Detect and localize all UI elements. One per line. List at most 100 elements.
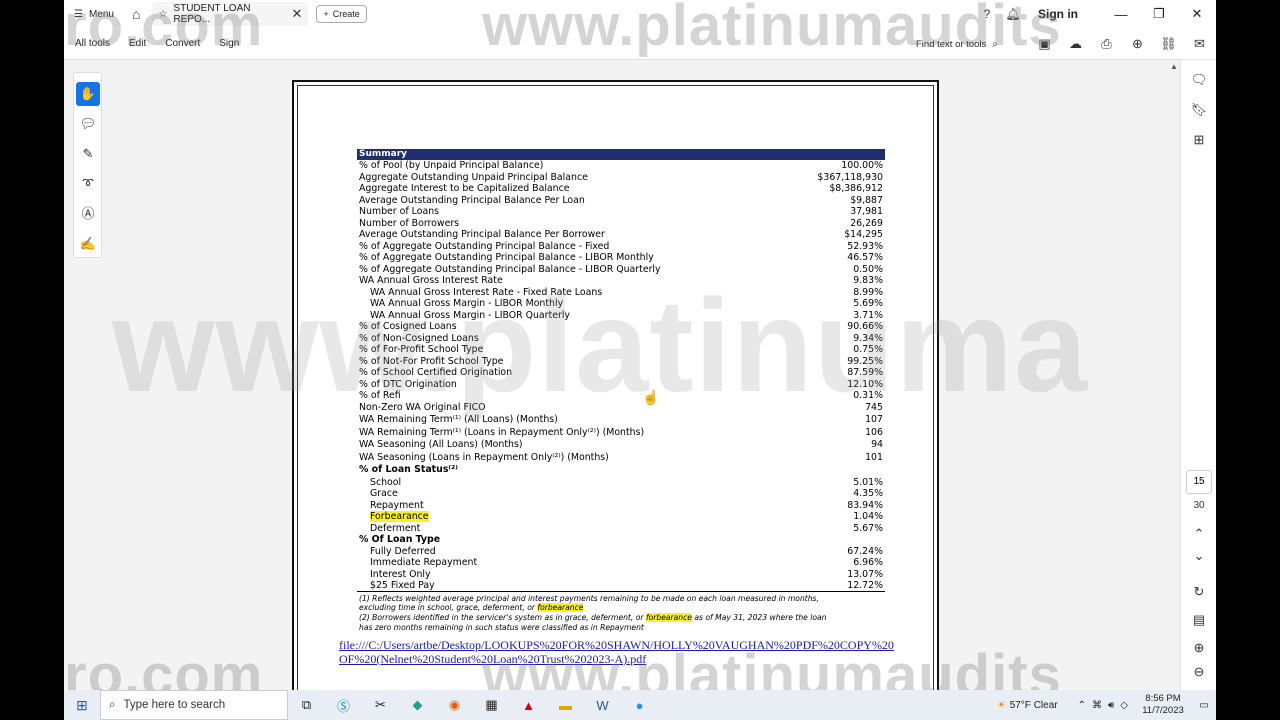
comments-icon[interactable]: 🗨︎	[1187, 72, 1211, 88]
footnote-2b-text: as of May 31, 2023 where the loan	[691, 613, 827, 623]
summary-row-value: $9,887	[850, 194, 883, 206]
network-icon[interactable]: ⌘	[1092, 700, 1102, 711]
notification-bell-icon[interactable]: 🔔︎	[1000, 7, 1026, 21]
toolbar-edit[interactable]: Edit	[129, 38, 146, 49]
restore-icon[interactable]: ❐	[1140, 6, 1178, 22]
tab-document[interactable]: ☆ STUDENT LOAN REPO... ✕	[152, 2, 309, 26]
highlight-pen-icon[interactable]: ✎	[76, 142, 100, 166]
windows-start-icon[interactable]: ⊞	[64, 697, 100, 714]
firefox-icon[interactable]: ◉	[436, 697, 473, 713]
zoom-icon[interactable]: ●	[621, 698, 658, 713]
summary-row: WA Remaining Term⁽¹⁾ (Loans in Repayment…	[357, 427, 885, 440]
summary-row-label: Interest Only	[370, 568, 431, 580]
share-icon[interactable]: ⊕	[1122, 36, 1153, 52]
scrollbar[interactable]: ▲	[1168, 60, 1180, 690]
file-explorer-icon[interactable]: ▬	[547, 698, 584, 713]
previous-page-icon[interactable]: ⌃	[1187, 526, 1211, 542]
summary-row-label: % of For-Profit School Type	[359, 344, 484, 355]
summary-row-label: Average Outstanding Principal Balance Pe…	[359, 229, 605, 240]
summary-row-value: 106	[865, 426, 883, 438]
link-icon[interactable]: ⛓	[1153, 36, 1184, 52]
tab-title: STUDENT LOAN REPO...	[173, 3, 251, 25]
app-icon[interactable]: ◆	[399, 697, 436, 713]
word-icon[interactable]: W	[584, 698, 621, 713]
close-tab-icon[interactable]: ✕	[292, 6, 303, 22]
acrobat-window: ☰ Menu ⌂ ☆ STUDENT LOAN REPO... ✕ + Crea…	[64, 0, 1216, 690]
toolbar-sign[interactable]: Sign	[219, 38, 239, 49]
summary-row-value: 67.24%	[847, 545, 883, 557]
scroll-up-icon[interactable]: ▲	[1170, 62, 1178, 71]
bookmarks-icon[interactable]: 🔖︎	[1187, 102, 1211, 118]
task-view-icon[interactable]: ⧉	[288, 697, 325, 713]
summary-row-value: 12.10%	[847, 378, 883, 390]
snipping-tool-icon[interactable]: ✂	[362, 697, 399, 713]
pdf-page: Summary % of Pool (by Unpaid Principal B…	[292, 80, 939, 690]
notifications-icon[interactable]: ▭	[1192, 700, 1216, 711]
summary-row-value: 0.75%	[853, 344, 883, 355]
summary-row-label: Non-Zero WA Original FICO	[359, 401, 486, 413]
summary-row: % of For-Profit School Type 0.75%	[357, 344, 885, 356]
search-icon: ⌕	[109, 698, 116, 711]
hand-tool-icon[interactable]: ✋	[76, 82, 100, 106]
rotate-icon[interactable]: ↻	[1187, 584, 1211, 600]
text-select-icon[interactable]: Ⓐ	[76, 202, 100, 226]
add-comment-icon[interactable]: 💬︎	[76, 112, 100, 136]
find-label: Find text or tools	[916, 38, 987, 50]
summary-row-label: Immediate Repayment	[370, 557, 478, 568]
help-icon[interactable]: ?	[974, 7, 1000, 21]
summary-row-value: 90.66%	[847, 321, 883, 332]
skype-icon[interactable]: Ⓢ	[325, 696, 362, 715]
summary-row: Forbearance 1.04%	[357, 511, 885, 523]
save-icon[interactable]: ▣	[1029, 36, 1060, 52]
summary-row-label: % of Not-For Profit School Type	[359, 355, 504, 367]
taskbar-search[interactable]: ⌕ Type here to search	[100, 690, 288, 720]
clock[interactable]: 8:56 PM 11/7/2023	[1134, 693, 1192, 717]
summary-table: Summary % of Pool (by Unpaid Principal B…	[357, 149, 885, 633]
print-icon[interactable]: ⎙	[1091, 36, 1122, 52]
email-icon[interactable]: ✉	[1184, 36, 1215, 52]
summary-row-value: 52.93%	[847, 240, 883, 252]
summary-row-value: 9.34%	[853, 332, 883, 344]
toolbar-all-tools[interactable]: All tools	[75, 38, 110, 49]
thumbnails-icon[interactable]: ⊞	[1187, 132, 1211, 148]
summary-row: % of School Certified Origination 87.59%	[357, 367, 885, 379]
summary-row-value: 37,981	[850, 206, 883, 217]
calculator-icon[interactable]: ▦	[473, 697, 510, 713]
minimize-icon[interactable]: —	[1102, 7, 1140, 22]
summary-row: % of Loan Status⁽²⁾	[357, 464, 885, 477]
title-bar: ☰ Menu ⌂ ☆ STUDENT LOAN REPO... ✕ + Crea…	[64, 0, 1216, 28]
summary-row: % of Non-Cosigned Loans 9.34%	[357, 333, 885, 345]
cloud-upload-icon[interactable]: ☁	[1060, 36, 1091, 52]
tray-chevron-icon[interactable]: ⌃	[1078, 700, 1086, 711]
create-button[interactable]: + Create	[316, 5, 367, 23]
fill-sign-icon[interactable]: ✍	[76, 232, 100, 256]
summary-row-value: 4.35%	[853, 488, 883, 499]
summary-row-label: Deferment	[370, 522, 421, 534]
summary-row-value: 1.04%	[853, 511, 883, 522]
acrobat-icon[interactable]: ▲	[510, 698, 547, 713]
home-button[interactable]: ⌂	[132, 0, 140, 28]
page-display-icon[interactable]: ▤	[1187, 612, 1211, 628]
menu-button[interactable]: ☰ Menu	[74, 0, 114, 28]
summary-row: Deferment 5.67%	[357, 523, 885, 535]
dropbox-icon[interactable]: ◇	[1120, 700, 1128, 711]
volume-icon[interactable]: 🔊︎	[1108, 700, 1114, 711]
close-window-icon[interactable]: ✕	[1178, 6, 1216, 22]
sign-in-button[interactable]: Sign in	[1038, 7, 1078, 21]
next-page-icon[interactable]: ⌄	[1187, 548, 1211, 564]
summary-row: WA Seasoning (Loans in Repayment Only⁽²⁾…	[357, 452, 885, 465]
page-number-input[interactable]: 15	[1186, 470, 1212, 494]
weather-text[interactable]: 57°F Clear	[1010, 700, 1058, 711]
summary-row-label: WA Remaining Term⁽¹⁾ (All Loans) (Months…	[359, 414, 558, 425]
summary-row-label: % of Pool (by Unpaid Principal Balance)	[359, 160, 544, 171]
find-text-or-tools[interactable]: Find text or tools ⌕	[916, 28, 998, 60]
draw-freeform-icon[interactable]: ➰︎	[76, 172, 100, 196]
summary-row-label: Average Outstanding Principal Balance Pe…	[359, 194, 585, 206]
file-url-link[interactable]: file:///C:/Users/artbe/Desktop/LOOKUPS%2…	[339, 638, 899, 666]
summary-row-label: % Of Loan Type	[359, 534, 441, 545]
toolbar-convert[interactable]: Convert	[165, 38, 200, 49]
summary-row-value: 12.72%	[847, 580, 883, 591]
zoom-in-icon[interactable]: ⊕	[1187, 640, 1211, 656]
title-bar-right: ? 🔔︎ Sign in — ❐ ✕	[974, 0, 1216, 28]
zoom-out-icon[interactable]: ⊖	[1187, 664, 1211, 680]
